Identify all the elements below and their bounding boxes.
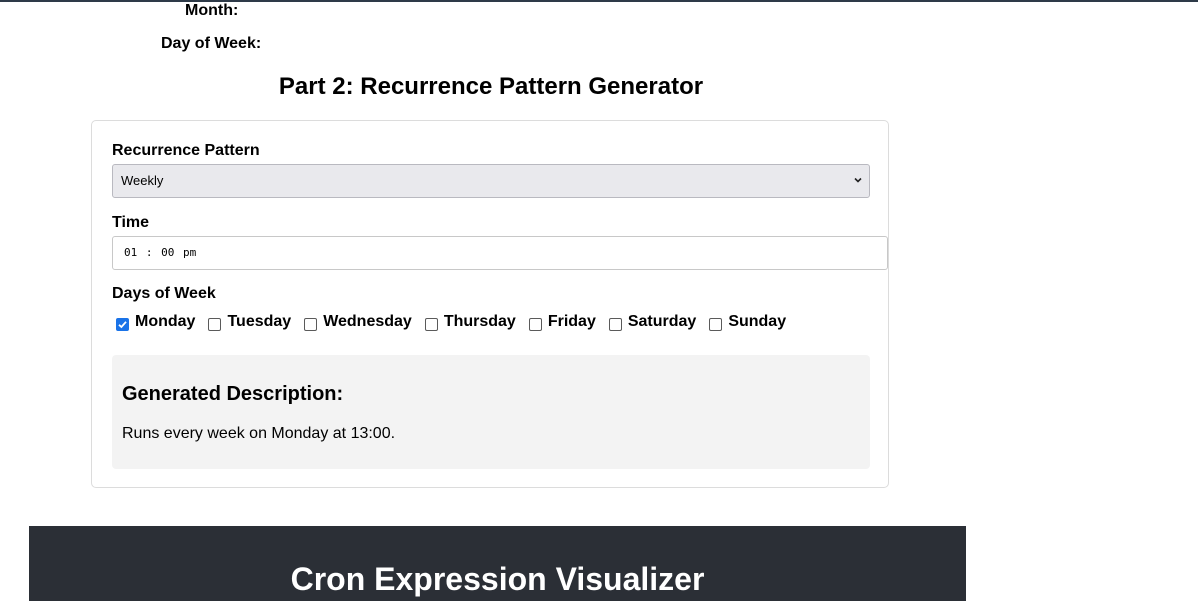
recurrence-card: Recurrence Pattern Weekly Time 01 : 00 p… [91,120,889,488]
checkbox-wednesday[interactable] [304,317,318,331]
generated-description-title: Generated Description: [122,383,344,405]
section-title: Part 2: Recurrence Pattern Generator [278,73,704,100]
month-label: Month: [185,2,239,19]
day-option-saturday[interactable]: Saturday [608,313,697,331]
day-option-wednesday[interactable]: Wednesday [304,313,412,331]
recurrence-pattern-label: Recurrence Pattern [112,142,260,159]
top-divider [0,0,1198,2]
checkbox-thursday[interactable] [424,317,438,331]
generated-description-panel: Generated Description: Runs every week o… [112,355,870,469]
day-label: Friday [547,313,596,330]
days-of-week-label: Days of Week [112,285,216,302]
cron-visualizer-title: Cron Expression Visualizer [290,561,705,597]
day-option-monday[interactable]: Monday [116,313,195,331]
checkbox-saturday[interactable] [608,317,622,331]
checkbox-sunday[interactable] [709,317,723,331]
time-input[interactable]: 01 : 00 pm [112,236,888,270]
day-label: Wednesday [323,313,412,330]
checkbox-tuesday[interactable] [208,317,222,331]
day-of-week-label: Day of Week: [161,35,262,52]
day-option-tuesday[interactable]: Tuesday [208,313,291,331]
days-of-week-group: Monday Tuesday Wednesday Thursday Friday… [116,313,799,331]
chevron-down-icon [853,165,863,197]
recurrence-pattern-value: Weekly [121,173,164,188]
time-label: Time [112,214,150,231]
generated-description-text: Runs every week on Monday at 13:00. [122,425,396,442]
day-option-sunday[interactable]: Sunday [709,313,786,331]
day-label: Monday [135,313,196,330]
checkbox-monday[interactable] [116,317,129,331]
day-label: Tuesday [227,313,292,330]
day-option-thursday[interactable]: Thursday [424,313,516,331]
day-label: Saturday [627,313,697,330]
cron-visualizer-header: Cron Expression Visualizer [29,526,966,601]
checkbox-friday[interactable] [528,317,542,331]
day-label: Thursday [443,313,516,330]
recurrence-pattern-select[interactable]: Weekly [112,164,870,198]
day-option-friday[interactable]: Friday [528,313,596,331]
day-label: Sunday [728,313,787,330]
